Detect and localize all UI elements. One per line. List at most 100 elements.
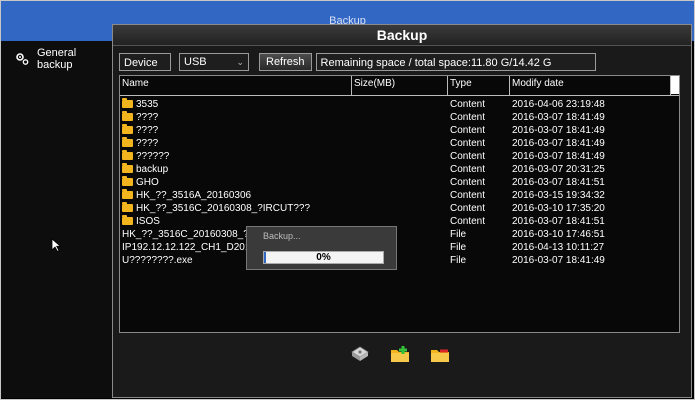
row-name: ISOS: [136, 216, 160, 227]
folder-icon: [122, 189, 133, 199]
row-name: HK_??_3516C_20160308_?IRCUT???: [136, 203, 311, 214]
row-name: 3535: [136, 99, 159, 110]
row-name-cell: ????: [122, 111, 350, 124]
row-type: Content: [450, 99, 486, 110]
row-date: 2016-03-07 18:41:51: [512, 177, 605, 188]
row-type: Content: [450, 203, 486, 214]
sidebar: General backup: [1, 41, 112, 398]
row-name-cell: 3535: [122, 98, 350, 111]
row-name-cell: backup: [122, 163, 350, 176]
row-name-cell: HK_??_3516C_20160308_?IRCUT???: [122, 202, 350, 215]
table-row[interactable]: ???? Content 2016-03-07 18:41:49: [120, 137, 679, 150]
sidebar-item-general-backup[interactable]: General backup: [1, 47, 112, 71]
table-row[interactable]: backup Content 2016-03-07 20:31:25: [120, 163, 679, 176]
device-select[interactable]: USB ⌄: [179, 53, 249, 71]
row-type: Content: [450, 190, 486, 201]
row-type: Content: [450, 112, 486, 123]
folder-icon: [122, 111, 133, 121]
row-date: 2016-03-10 17:35:20: [512, 203, 605, 214]
row-date: 2016-03-07 18:41:51: [512, 216, 605, 227]
row-date: 2016-03-07 18:41:49: [512, 138, 605, 149]
table-row[interactable]: IP192.12.12.122_CH1_D2016 File 2016-04-13 …: [120, 241, 679, 254]
toolbar: Device USB ⌄ Refresh Remaining space / t…: [119, 52, 596, 72]
row-date: 2016-03-07 20:31:25: [512, 164, 605, 175]
row-type: Content: [450, 125, 486, 136]
progress-label: Backup...: [263, 231, 301, 241]
row-name-cell: HK_??_3516A_20160306: [122, 189, 350, 202]
row-date: 2016-04-06 23:19:48: [512, 99, 605, 110]
column-header-date[interactable]: Modify date: [510, 76, 671, 95]
space-info: Remaining space / total space:11.80 G/14…: [315, 53, 596, 71]
folder-icon: [122, 124, 133, 134]
file-table: Name Size(MB) Type Modify date 3535 Conte…: [119, 75, 680, 333]
row-date: 2016-03-07 18:41:49: [512, 112, 605, 123]
row-type: File: [450, 242, 467, 253]
folder-icon: [122, 98, 133, 108]
refresh-button[interactable]: Refresh: [259, 53, 312, 71]
table-row[interactable]: HK_??_3516C_20160308_?II File 2016-03-10 1…: [120, 228, 679, 241]
row-type: Content: [450, 164, 486, 175]
row-name: HK_??_3516A_20160306: [136, 190, 252, 201]
row-name: ????: [136, 138, 159, 149]
row-name: backup: [136, 164, 169, 175]
mouse-pointer-icon: [51, 238, 62, 253]
row-date: 2016-03-07 18:41:49: [512, 125, 605, 136]
action-bar: [349, 343, 451, 365]
delete-folder-icon[interactable]: [429, 343, 451, 365]
chevron-down-icon: ⌄: [236, 57, 244, 67]
scrollbar-thumb[interactable]: [671, 76, 679, 94]
format-disk-icon[interactable]: [349, 343, 371, 365]
progress-bar: 0%: [263, 251, 384, 264]
table-row[interactable]: U????????.exe0.91File2016-03-07 18:41:49: [120, 254, 679, 267]
folder-icon: [122, 202, 133, 212]
row-type: File: [450, 229, 467, 240]
row-name: HK_??_3516C_20160308_?II: [122, 229, 255, 240]
table-header: Name Size(MB) Type Modify date: [120, 76, 679, 96]
row-name: ????: [136, 125, 159, 136]
row-date: 2016-03-15 19:34:32: [512, 190, 605, 201]
row-date: 2016-03-10 17:46:51: [512, 229, 605, 240]
row-type: Content: [450, 151, 486, 162]
table-row[interactable]: 3535 Content 2016-04-06 23:19:48: [120, 98, 679, 111]
dialog-title: Backup: [113, 25, 691, 46]
table-row[interactable]: HK_??_3516A_20160306 Content 2016-03-15 19…: [120, 189, 679, 202]
backup-dialog: Backup Device USB ⌄ Refresh Remaining sp…: [112, 24, 692, 398]
table-row[interactable]: GHO Content 2016-03-07 18:41:51: [120, 176, 679, 189]
table-row[interactable]: ???? Content 2016-03-07 18:41:49: [120, 124, 679, 137]
row-name: ??????: [136, 151, 170, 162]
row-name: IP192.12.12.122_CH1_D2016: [122, 242, 256, 253]
folder-icon: [122, 163, 133, 173]
new-folder-icon[interactable]: [389, 343, 411, 365]
row-name-cell: GHO: [122, 176, 350, 189]
folder-icon: [122, 137, 133, 147]
row-name: GHO: [136, 177, 159, 188]
row-name: U????????.exe: [122, 255, 193, 266]
row-type: File: [450, 255, 467, 266]
table-row[interactable]: ISOS Content 2016-03-07 18:41:51: [120, 215, 679, 228]
table-row[interactable]: ?????? Content 2016-03-07 18:41:49: [120, 150, 679, 163]
row-type: Content: [450, 177, 486, 188]
gear-icon: [15, 52, 29, 66]
row-name: ????: [136, 112, 159, 123]
row-name-cell: ??????: [122, 150, 350, 163]
row-date: 2016-03-07 18:41:49: [512, 255, 605, 266]
backup-progress-dialog: Backup... 0%: [246, 226, 397, 270]
sidebar-item-label: General backup: [37, 47, 77, 71]
row-name-cell: ????: [122, 137, 350, 150]
column-header-type[interactable]: Type: [448, 76, 510, 95]
folder-icon: [122, 176, 133, 186]
folder-icon: [122, 215, 133, 225]
folder-icon: [122, 150, 133, 160]
column-header-name[interactable]: Name: [120, 76, 352, 95]
row-name-cell: ????: [122, 124, 350, 137]
row-date: 2016-04-13 10:11:27: [512, 242, 605, 253]
device-label: Device: [119, 53, 171, 71]
table-row[interactable]: ???? Content 2016-03-07 18:41:49: [120, 111, 679, 124]
row-date: 2016-03-07 18:41:49: [512, 151, 605, 162]
row-type: Content: [450, 216, 486, 227]
column-header-size[interactable]: Size(MB): [352, 76, 448, 95]
table-row[interactable]: HK_??_3516C_20160308_?IRCUT??? Content 201…: [120, 202, 679, 215]
progress-percent: 0%: [316, 252, 331, 263]
row-type: Content: [450, 138, 486, 149]
device-select-value: USB: [184, 56, 207, 68]
